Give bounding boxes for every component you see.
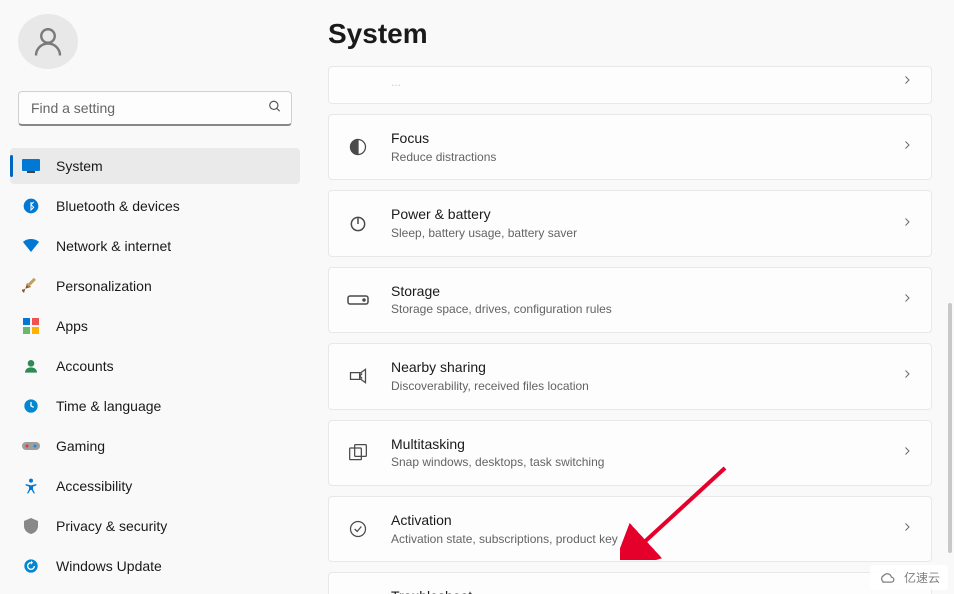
search-icon bbox=[268, 99, 282, 118]
chevron-right-icon bbox=[901, 367, 913, 385]
nav-label: Bluetooth & devices bbox=[56, 198, 180, 214]
nav-label: Apps bbox=[56, 318, 88, 334]
main-content: System ... Focus Reduce distractions Pow… bbox=[310, 0, 954, 594]
user-icon bbox=[30, 24, 66, 60]
card-title: Power & battery bbox=[391, 205, 879, 225]
cloud-icon bbox=[878, 570, 898, 586]
card-icon-partial bbox=[347, 71, 369, 93]
card-title: Multitasking bbox=[391, 435, 879, 455]
nav-item-system[interactable]: System bbox=[10, 148, 300, 184]
nav-label: System bbox=[56, 158, 103, 174]
nav-label: Time & language bbox=[56, 398, 161, 414]
card-desc: Snap windows, desktops, task switching bbox=[391, 454, 879, 471]
chevron-right-icon bbox=[901, 138, 913, 156]
settings-card-multitasking[interactable]: Multitasking Snap windows, desktops, tas… bbox=[328, 420, 932, 486]
gaming-icon bbox=[22, 437, 40, 455]
nav-item-gaming[interactable]: Gaming bbox=[10, 428, 300, 464]
card-desc: Discoverability, received files location bbox=[391, 378, 879, 395]
nav-label: Accounts bbox=[56, 358, 114, 374]
page-title: System bbox=[328, 18, 932, 50]
nav-item-time[interactable]: Time & language bbox=[10, 388, 300, 424]
card-title: Activation bbox=[391, 511, 879, 531]
card-title: Storage bbox=[391, 282, 879, 302]
watermark: 亿速云 bbox=[870, 565, 948, 590]
nav-item-privacy[interactable]: Privacy & security bbox=[10, 508, 300, 544]
personalization-icon bbox=[22, 277, 40, 295]
system-icon bbox=[22, 157, 40, 175]
chevron-right-icon bbox=[901, 73, 913, 91]
settings-card-partial[interactable]: ... bbox=[328, 66, 932, 104]
search-input[interactable] bbox=[18, 91, 292, 126]
nav-label: Personalization bbox=[56, 278, 152, 294]
nav-item-accounts[interactable]: Accounts bbox=[10, 348, 300, 384]
nav-label: Network & internet bbox=[56, 238, 171, 254]
nav-item-update[interactable]: Windows Update bbox=[10, 548, 300, 584]
network-icon bbox=[22, 237, 40, 255]
activation-icon bbox=[347, 518, 369, 540]
chevron-right-icon bbox=[901, 215, 913, 233]
avatar[interactable] bbox=[18, 14, 78, 69]
power-icon bbox=[347, 213, 369, 235]
apps-icon bbox=[22, 317, 40, 335]
nav-label: Privacy & security bbox=[56, 518, 167, 534]
multitask-icon bbox=[347, 442, 369, 464]
card-title: Focus bbox=[391, 129, 879, 149]
settings-card-focus[interactable]: Focus Reduce distractions bbox=[328, 114, 932, 180]
bluetooth-icon bbox=[22, 197, 40, 215]
nav-label: Gaming bbox=[56, 438, 105, 454]
sidebar: System Bluetooth & devices Network & int… bbox=[0, 0, 310, 594]
nav-label: Accessibility bbox=[56, 478, 132, 494]
settings-card-troubleshoot[interactable]: Troubleshoot Recommended troubleshooters… bbox=[328, 572, 932, 594]
storage-icon bbox=[347, 289, 369, 311]
chevron-right-icon bbox=[901, 291, 913, 309]
update-icon bbox=[22, 557, 40, 575]
card-desc: Reduce distractions bbox=[391, 149, 879, 166]
watermark-text: 亿速云 bbox=[904, 569, 940, 586]
shield-icon bbox=[22, 517, 40, 535]
card-title: Troubleshoot bbox=[391, 587, 879, 594]
nav-item-accessibility[interactable]: Accessibility bbox=[10, 468, 300, 504]
scrollbar[interactable] bbox=[948, 303, 952, 553]
settings-card-storage[interactable]: Storage Storage space, drives, configura… bbox=[328, 267, 932, 333]
nav-label: Windows Update bbox=[56, 558, 162, 574]
nav-item-apps[interactable]: Apps bbox=[10, 308, 300, 344]
card-desc: Activation state, subscriptions, product… bbox=[391, 531, 879, 548]
search-box bbox=[18, 91, 292, 126]
card-title: Nearby sharing bbox=[391, 358, 879, 378]
nav-item-network[interactable]: Network & internet bbox=[10, 228, 300, 264]
settings-card-nearby[interactable]: Nearby sharing Discoverability, received… bbox=[328, 343, 932, 409]
nav-item-bluetooth[interactable]: Bluetooth & devices bbox=[10, 188, 300, 224]
card-desc: Sleep, battery usage, battery saver bbox=[391, 225, 879, 242]
card-desc: Storage space, drives, configuration rul… bbox=[391, 301, 879, 318]
chevron-right-icon bbox=[901, 444, 913, 462]
nav-item-personalization[interactable]: Personalization bbox=[10, 268, 300, 304]
accessibility-icon bbox=[22, 477, 40, 495]
nearby-icon bbox=[347, 365, 369, 387]
time-icon bbox=[22, 397, 40, 415]
focus-icon bbox=[347, 136, 369, 158]
settings-card-power[interactable]: Power & battery Sleep, battery usage, ba… bbox=[328, 190, 932, 256]
chevron-right-icon bbox=[901, 520, 913, 538]
settings-card-activation[interactable]: Activation Activation state, subscriptio… bbox=[328, 496, 932, 562]
accounts-icon bbox=[22, 357, 40, 375]
